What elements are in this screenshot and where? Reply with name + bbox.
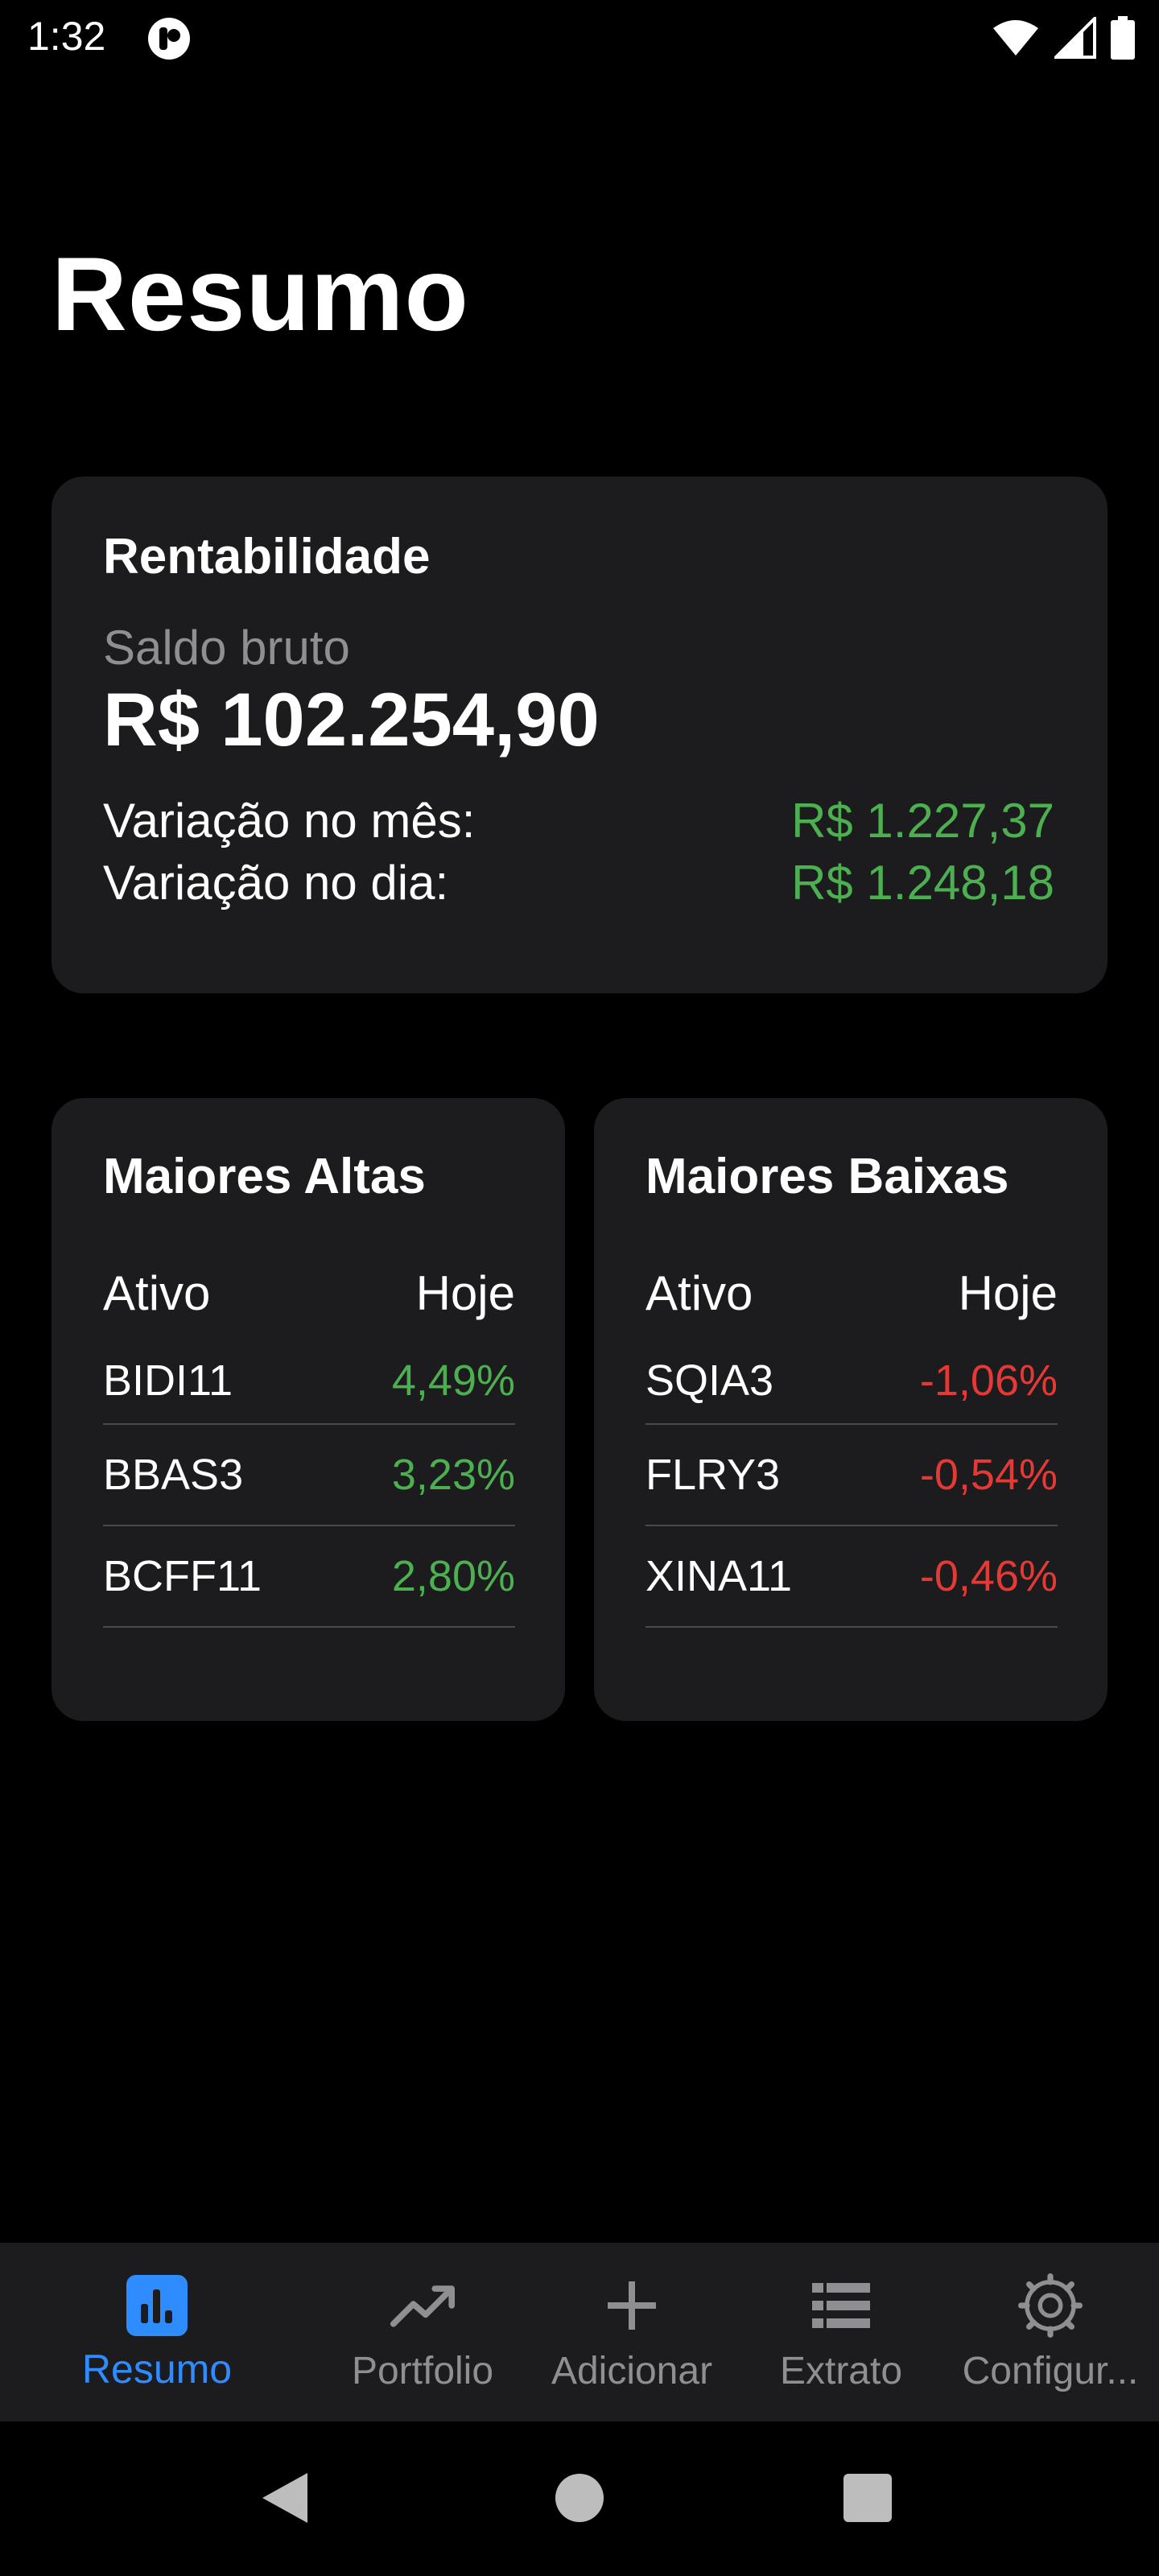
asset-change: 2,80% — [391, 1552, 515, 1600]
list-item[interactable]: BCFF11 2,80% — [103, 1526, 515, 1628]
list-item[interactable]: XINA11 -0,46% — [645, 1526, 1058, 1628]
asset-ticker: FLRY3 — [645, 1451, 781, 1499]
nav-label: Adicionar — [551, 2350, 713, 2392]
settings-icon — [1018, 2273, 1083, 2338]
home-icon[interactable] — [554, 2470, 605, 2526]
nav-label: Resumo — [81, 2347, 233, 2392]
day-variation-label: Variação no dia: — [103, 856, 449, 910]
list-icon — [809, 2273, 873, 2338]
day-variation-value: R$ 1.248,18 — [791, 856, 1054, 910]
status-time: 1:32 — [27, 14, 106, 59]
asset-ticker: BBAS3 — [103, 1451, 244, 1499]
nav-item-adicionar[interactable]: Adicionar — [539, 2243, 724, 2421]
list-item[interactable]: BIDI11 4,49% — [103, 1340, 515, 1425]
list-item[interactable]: BBAS3 3,23% — [103, 1425, 515, 1526]
nav-label: Portfolio — [351, 2350, 494, 2392]
back-icon[interactable] — [259, 2470, 311, 2526]
top-gainers-list: BIDI11 4,49% BBAS3 3,23% BCFF11 2,80% — [103, 1340, 515, 1628]
month-variation-label: Variação no mês: — [103, 794, 476, 848]
top-losers-card[interactable]: Maiores Baixas Ativo Hoje SQIA3 -1,06% F… — [594, 1098, 1107, 1721]
top-losers-list: SQIA3 -1,06% FLRY3 -0,54% XINA11 -0,46% — [645, 1340, 1058, 1628]
summary-card-title: Rentabilidade — [103, 529, 431, 584]
column-today-header: Hoje — [415, 1266, 515, 1320]
list-item[interactable]: FLRY3 -0,54% — [645, 1425, 1058, 1526]
plus-icon — [600, 2273, 664, 2338]
nav-item-configuracoes[interactable]: Configur... — [958, 2243, 1143, 2421]
wifi-icon — [993, 20, 1038, 56]
balance-label: Saldo bruto — [103, 621, 350, 675]
recents-icon[interactable] — [842, 2470, 893, 2526]
list-item[interactable]: SQIA3 -1,06% — [645, 1340, 1058, 1425]
top-losers-header: Ativo Hoje — [645, 1265, 1058, 1321]
nav-label: Extrato — [779, 2350, 903, 2392]
month-variation-row: Variação no mês: R$ 1.227,37 — [103, 793, 1054, 848]
asset-change: -0,46% — [919, 1552, 1058, 1600]
app-notification-icon — [148, 18, 190, 60]
month-variation-value: R$ 1.227,37 — [791, 794, 1054, 848]
column-asset-header: Ativo — [645, 1266, 753, 1320]
signal-icon — [1054, 17, 1096, 59]
asset-ticker: BIDI11 — [103, 1356, 233, 1405]
column-asset-header: Ativo — [103, 1266, 211, 1320]
nav-item-extrato[interactable]: Extrato — [749, 2243, 934, 2421]
system-nav-bar — [0, 2421, 1159, 2576]
bottom-nav: Resumo Portfolio Adicionar Extrato Confi… — [0, 2243, 1159, 2421]
bar-chart-icon — [125, 2273, 189, 2338]
asset-change: -1,06% — [919, 1356, 1058, 1405]
day-variation-row: Variação no dia: R$ 1.248,18 — [103, 855, 1054, 910]
battery-icon — [1111, 16, 1135, 60]
nav-label: Configur... — [962, 2350, 1139, 2392]
nav-item-portfolio[interactable]: Portfolio — [330, 2243, 515, 2421]
column-today-header: Hoje — [958, 1266, 1058, 1320]
asset-ticker: XINA11 — [645, 1552, 793, 1600]
balance-value: R$ 102.254,90 — [103, 677, 600, 762]
top-gainers-header: Ativo Hoje — [103, 1265, 515, 1321]
top-losers-title: Maiores Baixas — [645, 1149, 1009, 1204]
asset-change: 3,23% — [391, 1451, 515, 1499]
asset-change: -0,54% — [919, 1451, 1058, 1499]
page-title: Resumo — [52, 235, 469, 353]
trending-up-icon — [390, 2273, 455, 2338]
asset-ticker: SQIA3 — [645, 1356, 774, 1405]
top-gainers-card[interactable]: Maiores Altas Ativo Hoje BIDI11 4,49% BB… — [52, 1098, 565, 1721]
top-gainers-title: Maiores Altas — [103, 1149, 426, 1204]
asset-ticker: BCFF11 — [103, 1552, 262, 1600]
status-bar: 1:32 — [0, 0, 1159, 77]
asset-change: 4,49% — [391, 1356, 515, 1405]
nav-item-resumo[interactable]: Resumo — [64, 2243, 250, 2421]
